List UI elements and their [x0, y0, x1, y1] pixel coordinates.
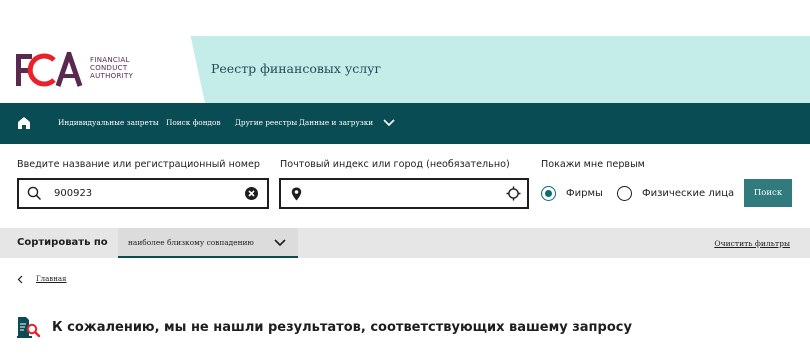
name-field-label: Введите название или регистрационный ном… — [17, 159, 260, 170]
logo-wordmark: FINANCIAL CONDUCT AUTHORITY — [90, 56, 133, 80]
main-nav: Индивидуальные запреты Поиск фондов Друг… — [0, 103, 810, 144]
register-title[interactable]: Реестр финансовых услуг — [211, 61, 381, 76]
fca-logo-mark — [16, 52, 83, 87]
radio-firms-label[interactable]: Фирмы — [566, 188, 603, 199]
search-button[interactable]: Поиск — [744, 179, 792, 207]
logo-line-1: FINANCIAL — [90, 56, 130, 64]
show-first-label: Покажи мне первым — [541, 159, 645, 170]
home-icon[interactable] — [17, 116, 31, 130]
chevron-down-icon[interactable] — [383, 119, 395, 127]
name-search-field[interactable] — [17, 178, 269, 209]
postcode-field-label: Почтовый индекс или город (необязательно… — [280, 159, 510, 170]
radio-individuals-label[interactable]: Физические лица — [642, 188, 734, 199]
nav-item-data-downloads[interactable]: Данные и загрузки — [299, 118, 373, 127]
site-header: FINANCIAL CONDUCT AUTHORITY Реестр финан… — [0, 0, 810, 103]
sort-selected-value: наиболее близкому совпадению — [128, 238, 254, 247]
postcode-search-field[interactable] — [279, 178, 529, 209]
radio-individuals[interactable] — [617, 186, 632, 201]
crosshair-icon[interactable] — [506, 186, 521, 201]
search-icon — [27, 186, 42, 201]
fca-logo[interactable]: FINANCIAL CONDUCT AUTHORITY — [16, 52, 176, 88]
sort-label: Сортировать по — [17, 237, 108, 248]
name-search-input[interactable] — [54, 188, 204, 199]
document-search-icon — [17, 317, 41, 338]
nav-item-other-registers[interactable]: Другие реестры — [235, 118, 297, 127]
logo-line-2: CONDUCT — [90, 64, 128, 72]
no-results-message: К сожалению, мы не нашли результатов, со… — [52, 320, 632, 335]
location-pin-icon — [291, 187, 302, 201]
breadcrumb-home[interactable]: Главная — [36, 275, 66, 283]
logo-line-3: AUTHORITY — [90, 72, 134, 80]
nav-item-fund-search[interactable]: Поиск фондов — [166, 118, 221, 127]
clear-filters-link[interactable]: Очистить фильтры — [714, 239, 790, 248]
chevron-left-icon[interactable] — [17, 275, 23, 284]
radio-firms[interactable] — [541, 186, 556, 201]
sort-select[interactable]: наиболее близкому совпадению — [118, 228, 298, 258]
nav-item-individual-bans[interactable]: Индивидуальные запреты — [58, 118, 159, 127]
chevron-down-icon — [274, 239, 286, 247]
postcode-search-input[interactable] — [316, 188, 466, 199]
clear-circle-icon[interactable] — [245, 187, 258, 200]
sort-bar: Сортировать по наиболее близкому совпаде… — [0, 228, 810, 258]
